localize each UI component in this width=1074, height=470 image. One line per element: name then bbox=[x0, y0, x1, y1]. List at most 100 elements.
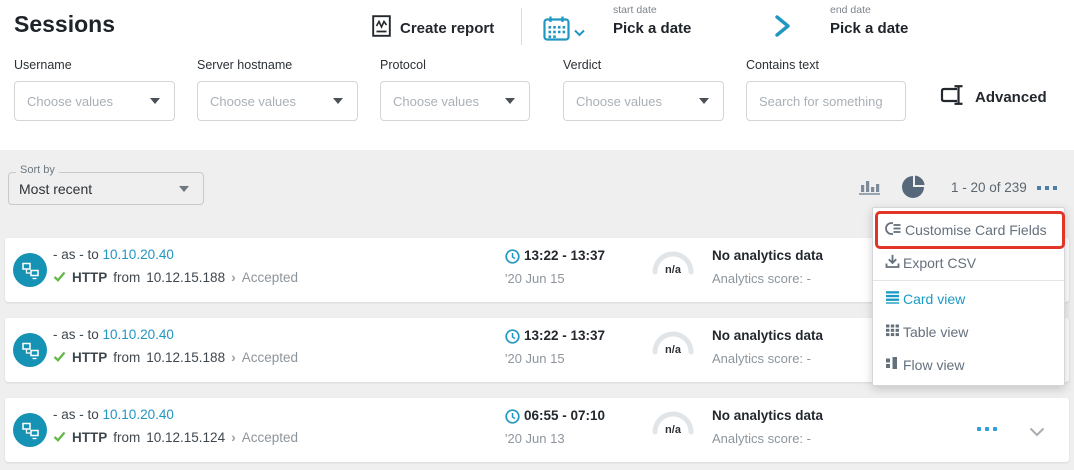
session-protocol: HTTP bbox=[72, 430, 107, 445]
session-network-icon bbox=[13, 333, 47, 367]
analytics-title: No analytics data bbox=[712, 248, 823, 263]
session-card[interactable]: - as - to 10.10.20.40 HTTP from 10.12.15… bbox=[5, 398, 1069, 462]
menu-item-label: Customise Card Fields bbox=[905, 222, 1047, 238]
menu-separator bbox=[873, 280, 1064, 281]
bar-chart-view-icon[interactable] bbox=[858, 177, 881, 202]
start-date-value[interactable]: Pick a date bbox=[613, 20, 691, 37]
menu-item-customise-card-fields[interactable]: Customise Card Fields bbox=[873, 213, 1064, 246]
end-date-label: end date bbox=[830, 4, 908, 16]
sort-by-label: Sort by bbox=[16, 164, 59, 176]
session-detail-line: HTTP from 10.12.15.188 › Accepted bbox=[53, 269, 298, 285]
ellipsis-dot bbox=[1045, 186, 1049, 190]
session-source-ip: 10.12.15.124 bbox=[146, 430, 225, 445]
end-date-field[interactable]: end date Pick a date bbox=[830, 4, 908, 37]
analytics-score-label: Analytics score: - bbox=[712, 351, 811, 366]
verdict-filter-select[interactable]: Choose values bbox=[563, 81, 724, 121]
verdict-filter-placeholder: Choose values bbox=[576, 94, 662, 109]
check-icon bbox=[53, 350, 66, 365]
advanced-filter-icon bbox=[939, 84, 966, 111]
end-date-value[interactable]: Pick a date bbox=[830, 20, 908, 37]
session-date: '20 Jun 15 bbox=[505, 271, 565, 286]
arrow-right-icon bbox=[773, 14, 793, 43]
filter-verdict: Verdict Choose values bbox=[563, 58, 724, 121]
header-divider bbox=[521, 8, 522, 45]
dropdown-triangle-icon bbox=[505, 98, 515, 104]
sort-by-select[interactable]: Most recent bbox=[8, 172, 204, 205]
session-protocol: HTTP bbox=[72, 350, 107, 365]
card-view-icon bbox=[885, 290, 900, 307]
menu-item-table-view[interactable]: Table view bbox=[873, 315, 1064, 348]
start-date-label: start date bbox=[613, 4, 691, 16]
analytics-title: No analytics data bbox=[712, 408, 823, 423]
menu-item-card-view[interactable]: Card view bbox=[873, 282, 1064, 315]
ellipsis-dot bbox=[1053, 186, 1057, 190]
advanced-button[interactable]: Advanced bbox=[939, 84, 1047, 111]
verdict-filter-label: Verdict bbox=[563, 58, 724, 72]
session-network-icon bbox=[13, 413, 47, 447]
more-options-button[interactable] bbox=[1037, 186, 1057, 190]
session-connection-line: - as - to 10.10.20.40 bbox=[53, 247, 174, 262]
menu-item-export-csv[interactable]: Export CSV bbox=[873, 246, 1064, 279]
session-time-range: 06:55 - 07:10 bbox=[524, 408, 605, 423]
date-range-picker-button[interactable] bbox=[543, 16, 585, 46]
create-report-button[interactable]: Create report bbox=[372, 15, 494, 42]
analytics-score-label: Analytics score: - bbox=[712, 431, 811, 446]
start-date-field[interactable]: start date Pick a date bbox=[613, 4, 691, 37]
filter-contains-text: Contains text bbox=[746, 58, 906, 121]
clock-icon bbox=[505, 409, 520, 429]
sort-by-value: Most recent bbox=[19, 181, 92, 197]
username-filter-label: Username bbox=[14, 58, 175, 72]
contains-text-input[interactable] bbox=[759, 82, 893, 120]
chevron-right-separator: › bbox=[231, 429, 236, 445]
username-filter-placeholder: Choose values bbox=[27, 94, 113, 109]
session-from-word: from bbox=[113, 270, 140, 285]
filter-protocol: Protocol Choose values bbox=[380, 58, 530, 121]
session-actions-button[interactable] bbox=[977, 427, 997, 431]
server-hostname-filter-placeholder: Choose values bbox=[210, 94, 296, 109]
customise-fields-icon bbox=[885, 221, 902, 239]
advanced-label: Advanced bbox=[975, 89, 1047, 106]
protocol-filter-select[interactable]: Choose values bbox=[380, 81, 530, 121]
username-filter-select[interactable]: Choose values bbox=[14, 81, 175, 121]
session-verdict: Accepted bbox=[242, 350, 298, 365]
session-from-word: from bbox=[113, 430, 140, 445]
session-connection-line: - as - to 10.10.20.40 bbox=[53, 327, 174, 342]
analytics-score-label: Analytics score: - bbox=[712, 271, 811, 286]
session-target-ip-link[interactable]: 10.10.20.40 bbox=[103, 327, 174, 342]
check-icon bbox=[53, 430, 66, 445]
session-source-ip: 10.12.15.188 bbox=[146, 350, 225, 365]
menu-item-flow-view[interactable]: Flow view bbox=[873, 348, 1064, 381]
contains-text-filter-label: Contains text bbox=[746, 58, 906, 72]
session-from-word: from bbox=[113, 350, 140, 365]
chevron-down-icon bbox=[574, 24, 585, 42]
filter-server-hostname: Server hostname Choose values bbox=[197, 58, 358, 121]
analytics-score-badge: n/a bbox=[650, 264, 696, 276]
session-date: '20 Jun 13 bbox=[505, 431, 565, 446]
chevron-right-separator: › bbox=[231, 269, 236, 285]
report-icon bbox=[372, 15, 391, 42]
server-hostname-filter-select[interactable]: Choose values bbox=[197, 81, 358, 121]
analytics-score-badge: n/a bbox=[650, 424, 696, 436]
menu-item-label: Export CSV bbox=[903, 255, 976, 271]
session-connection-label: - as - to bbox=[53, 407, 99, 422]
dropdown-triangle-icon bbox=[150, 98, 160, 104]
session-connection-label: - as - to bbox=[53, 327, 99, 342]
filter-username: Username Choose values bbox=[14, 58, 175, 121]
session-verdict: Accepted bbox=[242, 270, 298, 285]
analytics-title: No analytics data bbox=[712, 328, 823, 343]
menu-item-label: Flow view bbox=[903, 357, 964, 373]
session-verdict: Accepted bbox=[242, 430, 298, 445]
dropdown-triangle-icon bbox=[179, 186, 189, 192]
session-connection-line: - as - to 10.10.20.40 bbox=[53, 407, 174, 422]
pie-chart-icon[interactable] bbox=[901, 174, 926, 204]
session-target-ip-link[interactable]: 10.10.20.40 bbox=[103, 247, 174, 262]
check-icon bbox=[53, 270, 66, 285]
card-options-menu: Customise Card Fields Export CSV Card vi… bbox=[872, 207, 1065, 386]
expand-chevron-icon[interactable] bbox=[1029, 424, 1045, 442]
server-hostname-filter-label: Server hostname bbox=[197, 58, 358, 72]
session-target-ip-link[interactable]: 10.10.20.40 bbox=[103, 407, 174, 422]
analytics-score-badge: n/a bbox=[650, 344, 696, 356]
session-protocol: HTTP bbox=[72, 270, 107, 285]
session-detail-line: HTTP from 10.12.15.188 › Accepted bbox=[53, 349, 298, 365]
ellipsis-dot bbox=[985, 427, 989, 431]
